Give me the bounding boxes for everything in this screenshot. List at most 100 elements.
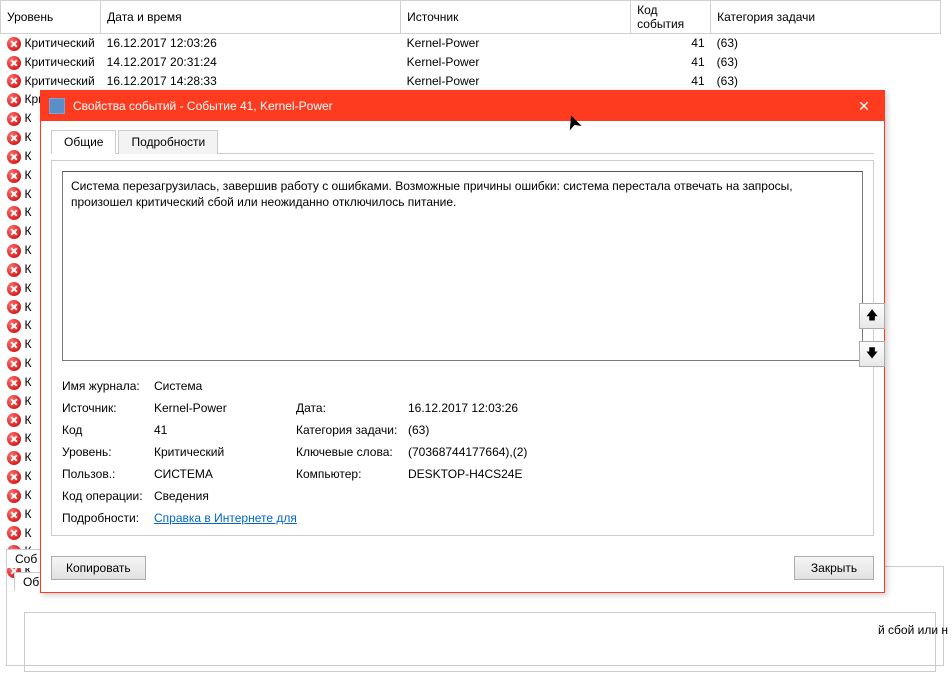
error-icon [7,244,21,258]
cell-level: К [25,413,32,427]
error-icon [7,206,21,220]
cell-level: К [25,394,32,408]
cell-level: К [25,243,32,257]
cell-level: К [25,111,32,125]
tab-general[interactable]: Общие [51,130,116,154]
value-computer: DESKTOP-H4CS24E [408,467,658,481]
app-icon [49,98,65,114]
col-header-category[interactable]: Категория задачи [711,1,941,34]
error-icon [7,225,21,239]
help-link[interactable]: Справка в Интернете для [154,511,297,525]
cell-level: Критический [25,55,95,69]
cell-level: К [25,469,32,483]
cell-level: К [25,300,32,314]
cell-category: (63) [711,72,941,91]
cell-category: (63) [711,53,941,72]
event-properties-dialog: Свойства событий - Событие 41, Kernel-Po… [40,90,885,593]
arrow-up-icon: 🡅 [866,306,878,327]
cell-category: (63) [711,34,941,53]
label-source: Источник: [62,401,152,415]
error-icon [7,395,21,409]
value-level: Критический [154,445,294,459]
table-row[interactable]: Критический 14.12.2017 20:31:24Kernel-Pow… [1,53,941,72]
error-icon [7,489,21,503]
col-header-level[interactable]: Уровень [1,1,101,34]
cell-level: Критический [25,36,95,50]
table-row[interactable]: Критический16.12.2017 12:03:26Kernel-Pow… [1,34,941,53]
cell-level: К [25,149,32,163]
value-opcode: Сведения [154,489,658,503]
error-icon [7,508,21,522]
error-icon [7,451,21,465]
value-keywords: (70368744177664),(2) [408,445,658,459]
label-more-info: Подробности: [62,511,152,525]
error-icon [7,37,21,51]
cell-level: К [25,375,32,389]
error-icon [7,131,21,145]
cell-id: 41 [631,72,711,91]
cell-level: К [25,488,32,502]
next-event-button[interactable]: 🡇 [859,341,885,367]
error-icon [7,357,21,371]
cell-level: К [25,187,32,201]
cell-level: К [25,431,32,445]
label-date: Дата: [296,401,406,415]
event-description[interactable]: Система перезагрузилась, завершив работу… [62,171,863,361]
error-icon [7,300,21,314]
event-details-grid: Имя журнала: Система Источник: Kernel-Po… [62,379,863,525]
label-event-id: Код [62,423,152,437]
cell-id: 41 [631,53,711,72]
background-inner-panel [24,612,936,672]
error-icon [7,413,21,427]
cell-level: К [25,130,32,144]
value-task-category: (63) [408,423,658,437]
table-row[interactable]: Критический16.12.2017 14:28:33Kernel-Pow… [1,72,941,91]
error-icon [7,112,21,126]
cell-level: К [25,168,32,182]
cell-level: К [25,224,32,238]
error-icon [7,74,21,88]
tab-details[interactable]: Подробности [118,130,218,154]
label-opcode: Код операции: [62,489,152,503]
background-text-fragment: й сбой или н [878,623,948,637]
label-computer: Компьютер: [296,467,406,481]
col-header-source[interactable]: Источник [401,1,631,34]
cell-level: Критический [25,74,95,88]
cell-level: К [25,526,32,540]
value-log-name: Система [154,379,658,393]
arrow-down-icon: 🡇 [866,344,878,365]
cell-level: К [25,281,32,295]
value-event-id: 41 [154,423,294,437]
error-icon [7,263,21,277]
error-icon [7,282,21,296]
value-date: 16.12.2017 12:03:26 [408,401,658,415]
dialog-title: Свойства событий - Событие 41, Kernel-Po… [73,99,844,113]
cell-date: 16.12.2017 12:03:26 [101,34,401,53]
cell-source: Kernel-Power [401,53,631,72]
dialog-titlebar[interactable]: Свойства событий - Событие 41, Kernel-Po… [41,91,884,121]
error-icon [7,470,21,484]
error-icon [7,169,21,183]
close-icon[interactable]: ✕ [844,91,884,121]
col-header-date[interactable]: Дата и время [101,1,401,34]
error-icon [7,187,21,201]
copy-button[interactable]: Копировать [51,556,146,580]
cell-level: К [25,205,32,219]
error-icon [7,56,21,70]
cell-level: К [25,318,32,332]
cell-level: К [25,450,32,464]
error-icon [7,432,21,446]
cell-level: К [25,262,32,276]
label-user: Пользов.: [62,467,152,481]
cell-id: 41 [631,34,711,53]
cell-date: 16.12.2017 14:28:33 [101,72,401,91]
col-header-eventid[interactable]: Код события [631,1,711,34]
prev-event-button[interactable]: 🡅 [859,303,885,329]
cell-date: 14.12.2017 20:31:24 [101,53,401,72]
error-icon [7,93,21,107]
error-icon [7,338,21,352]
label-keywords: Ключевые слова: [296,445,406,459]
cell-level: К [25,356,32,370]
value-user: СИСТЕМА [154,467,294,481]
close-button[interactable]: Закрыть [794,556,874,580]
